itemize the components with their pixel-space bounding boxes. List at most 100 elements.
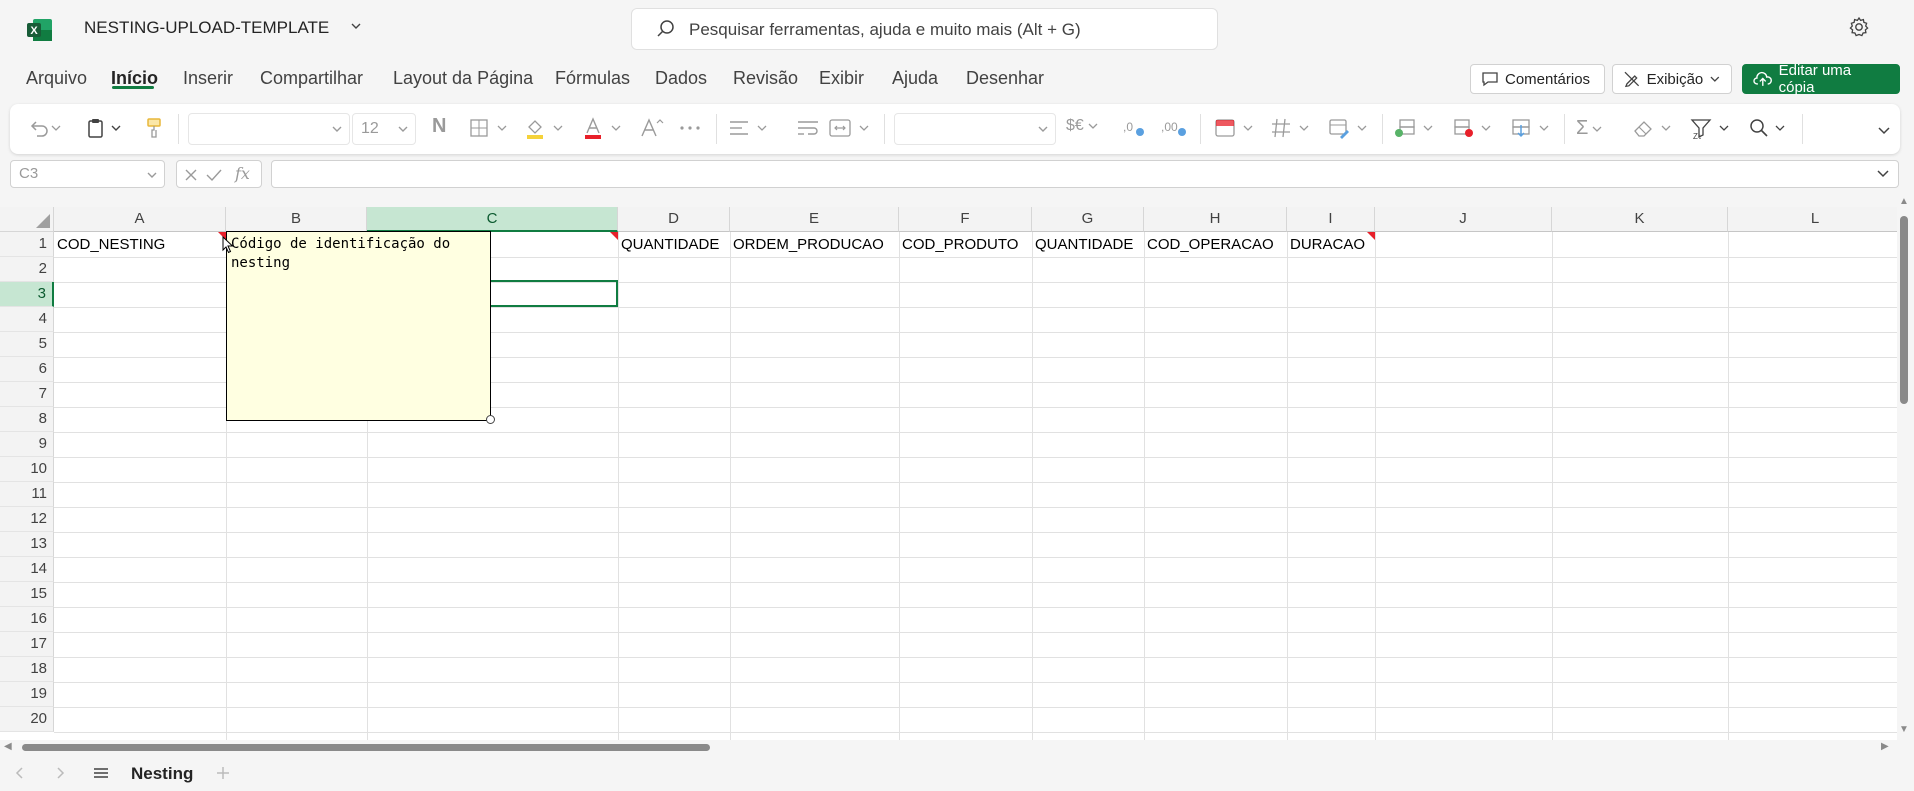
vertical-scroll-thumb[interactable] [1900,216,1908,404]
scroll-down-arrow-icon[interactable]: ▼ [1899,724,1909,735]
font-family-dropdown[interactable] [188,113,350,145]
row-header-19[interactable]: 19 [0,682,54,707]
comment-indicator-i1[interactable] [1367,232,1375,240]
cell-g1[interactable]: QUANTIDADE [1033,232,1143,257]
clear-button[interactable] [1632,117,1676,139]
cancel-x-icon[interactable] [183,167,199,183]
more-options-icon[interactable] [678,117,702,139]
comments-button[interactable]: Comentários [1470,64,1605,94]
find-button[interactable] [1748,117,1792,139]
cell-e1[interactable]: ORDEM_PRODUCAO [731,232,898,257]
next-sheet-icon[interactable] [54,766,66,780]
column-header-b[interactable]: B [226,207,367,232]
row-header-10[interactable]: 10 [0,457,54,482]
sort-filter-button[interactable]: Z↓ [1690,117,1734,139]
cell-comment-popup[interactable]: Código de identificação do nesting [226,231,491,421]
row-header-8[interactable]: 8 [0,407,54,432]
tab-revisao[interactable]: Revisão [733,68,798,89]
row-header-17[interactable]: 17 [0,632,54,657]
row-header-14[interactable]: 14 [0,557,54,582]
row-header-15[interactable]: 15 [0,582,54,607]
conditional-formatting-button[interactable] [1214,117,1258,139]
row-header-12[interactable]: 12 [0,507,54,532]
cell-d1[interactable]: QUANTIDADE [619,232,729,257]
column-header-i[interactable]: I [1287,207,1375,232]
bold-button[interactable]: N [432,115,446,138]
comment-indicator-c1[interactable] [610,232,618,240]
paste-button[interactable] [86,117,126,139]
expand-formula-chevron-icon[interactable] [1876,168,1890,180]
tab-desenhar[interactable]: Desenhar [966,68,1044,89]
wrap-text-button[interactable] [796,117,820,139]
row-header-9[interactable]: 9 [0,432,54,457]
cell-f1[interactable]: COD_PRODUTO [900,232,1031,257]
font-size-increase-button[interactable] [640,117,664,139]
row-header-13[interactable]: 13 [0,532,54,557]
previous-sheet-icon[interactable] [14,766,26,780]
undo-button[interactable] [28,117,62,139]
expand-ribbon-button[interactable] [1876,124,1892,138]
tab-layout-da-pagina[interactable]: Layout da Página [393,68,533,89]
row-header-11[interactable]: 11 [0,482,54,507]
scroll-right-arrow-icon[interactable]: ▶ [1881,741,1889,752]
delete-cells-button[interactable] [1452,117,1496,139]
merge-cells-button[interactable] [828,117,878,139]
cell-i1[interactable]: DURACAO [1288,232,1374,257]
scroll-up-arrow-icon[interactable]: ▲ [1899,196,1909,207]
format-painter-button[interactable] [144,117,164,139]
search-box[interactable]: Pesquisar ferramentas, ajuda e muito mai… [631,8,1218,50]
row-header-5[interactable]: 5 [0,332,54,357]
number-format-dropdown[interactable] [894,113,1056,145]
row-header-6[interactable]: 6 [0,357,54,382]
scroll-left-arrow-icon[interactable]: ◀ [4,741,12,752]
align-button[interactable] [728,117,772,139]
row-header-2[interactable]: 2 [0,257,54,282]
currency-format-button[interactable]: $€ [1066,117,1102,135]
tab-inserir[interactable]: Inserir [183,68,233,89]
all-sheets-menu-icon[interactable] [92,766,110,780]
format-as-table-button[interactable] [1270,117,1314,139]
column-header-g[interactable]: G [1032,207,1144,232]
sheet-tab-nesting[interactable]: Nesting [131,764,193,784]
row-header-20[interactable]: 20 [0,707,54,732]
formula-input[interactable] [271,160,1899,188]
increase-decimal-button[interactable]: ,00 [1160,117,1188,139]
settings-gear-icon[interactable] [1848,16,1870,38]
title-chevron-down-icon[interactable] [350,20,362,35]
tab-exibir[interactable]: Exibir [819,68,864,89]
column-header-a[interactable]: A [54,207,226,232]
tab-formulas[interactable]: Fórmulas [555,68,630,89]
insert-cells-button[interactable] [1394,117,1438,139]
row-header-18[interactable]: 18 [0,657,54,682]
tab-arquivo[interactable]: Arquivo [26,68,87,89]
tab-dados[interactable]: Dados [655,68,707,89]
column-header-d[interactable]: D [618,207,730,232]
document-title[interactable]: NESTING-UPLOAD-TEMPLATE [84,18,329,38]
column-header-c[interactable]: C [367,207,618,232]
select-all-corner[interactable] [0,207,54,232]
tab-ajuda[interactable]: Ajuda [892,68,938,89]
tab-compartilhar[interactable]: Compartilhar [260,68,363,89]
column-header-e[interactable]: E [730,207,899,232]
view-mode-button[interactable]: Exibição [1612,64,1732,94]
cell-a1[interactable]: COD_NESTING [55,232,225,257]
row-header-3[interactable]: 3 [0,282,54,307]
row-header-4[interactable]: 4 [0,307,54,332]
column-header-h[interactable]: H [1144,207,1287,232]
column-header-k[interactable]: K [1552,207,1728,232]
decrease-decimal-button[interactable]: ,0 [1122,117,1146,139]
name-box[interactable]: C3 [10,160,165,188]
row-header-1[interactable]: 1 [0,232,54,257]
fx-insert-function-icon[interactable]: fx [235,164,250,183]
column-header-f[interactable]: F [899,207,1032,232]
add-sheet-plus-icon[interactable] [215,765,231,781]
font-color-button[interactable] [582,117,626,139]
horizontal-scroll-thumb[interactable] [22,744,710,751]
format-cells-button[interactable] [1510,117,1554,139]
column-header-j[interactable]: J [1375,207,1552,232]
font-size-dropdown[interactable]: 12 [352,113,416,145]
cell-h1[interactable]: COD_OPERACAO [1145,232,1286,257]
edit-copy-button[interactable]: Editar uma cópia [1742,62,1900,96]
comment-resize-handle[interactable] [486,415,495,424]
column-header-l[interactable]: L [1728,207,1897,232]
